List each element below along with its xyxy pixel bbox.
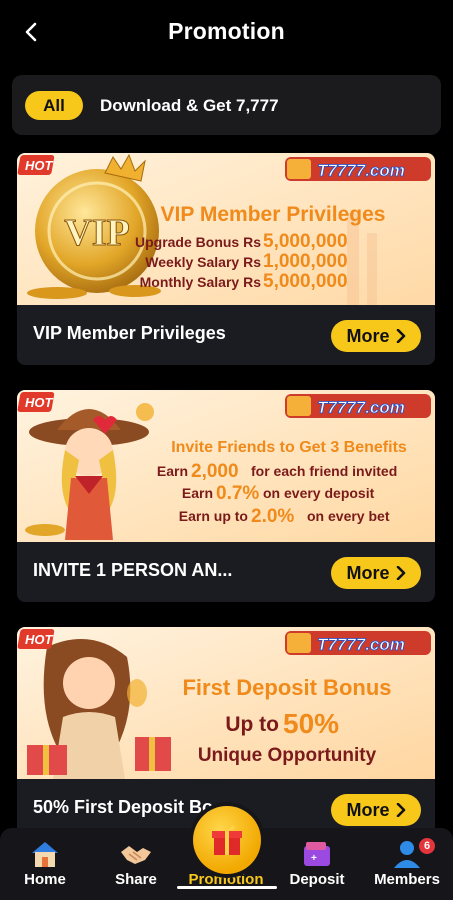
svg-text:Up to: Up to xyxy=(225,713,279,736)
chevron-right-icon xyxy=(396,566,405,580)
more-label: More xyxy=(346,325,390,346)
promo-card-vip: HOT VIP T7777.com VIP Member Privileges … xyxy=(17,153,435,365)
promotion-center-button[interactable] xyxy=(193,806,261,874)
nav-label: Members xyxy=(374,871,440,888)
card-footer: INVITE 1 PERSON AN... More xyxy=(17,542,435,602)
svg-text:Upgrade Bonus Rs: Upgrade Bonus Rs xyxy=(135,234,261,250)
nav-label: Home xyxy=(24,871,66,888)
svg-text:Monthly Salary Rs: Monthly Salary Rs xyxy=(140,274,262,290)
svg-text:on every deposit: on every deposit xyxy=(263,485,375,501)
svg-text:VIP Member Privileges: VIP Member Privileges xyxy=(161,203,386,226)
more-button[interactable]: More xyxy=(331,320,421,352)
svg-text:5,000,000: 5,000,000 xyxy=(263,271,348,292)
svg-text:Earn: Earn xyxy=(157,463,188,479)
svg-text:2.0%: 2.0% xyxy=(251,506,294,527)
svg-text:HOT: HOT xyxy=(25,158,54,173)
active-tab-indicator xyxy=(177,886,277,889)
svg-text:Weekly Salary Rs: Weekly Salary Rs xyxy=(145,254,261,270)
card-title: 50% First Deposit Bo xyxy=(33,797,214,817)
svg-text:0.7%: 0.7% xyxy=(216,483,259,504)
card-title: VIP Member Privileges xyxy=(33,323,226,343)
nav-label: Share xyxy=(115,871,157,888)
more-button[interactable]: More xyxy=(331,794,421,826)
vip-banner[interactable]: HOT VIP T7777.com VIP Member Privileges … xyxy=(17,153,435,305)
home-icon xyxy=(32,842,58,867)
svg-text:T7777.com: T7777.com xyxy=(317,398,405,417)
svg-text:HOT: HOT xyxy=(25,632,54,647)
more-button[interactable]: More xyxy=(331,557,421,589)
svg-text:1,000,000: 1,000,000 xyxy=(263,251,348,272)
svg-text:50%: 50% xyxy=(283,708,339,739)
gift-icon xyxy=(212,825,242,855)
page-title: Promotion xyxy=(168,18,285,44)
notification-badge: 6 xyxy=(419,838,435,854)
handshake-icon xyxy=(121,846,151,864)
svg-text:VIP: VIP xyxy=(64,212,129,254)
chevron-right-icon xyxy=(396,803,405,817)
svg-text:for each friend invited: for each friend invited xyxy=(251,463,397,479)
svg-text:Earn: Earn xyxy=(182,485,213,501)
more-label: More xyxy=(346,799,390,820)
promo-card-invite: HOT T7777.com Invite Friends to Get 3 Be… xyxy=(17,390,435,602)
filter-download-tab[interactable]: Download & Get 7,777 xyxy=(100,93,279,119)
svg-text:HOT: HOT xyxy=(25,395,54,410)
svg-text:Invite Friends to Get 3 Benefi: Invite Friends to Get 3 Benefits xyxy=(171,439,407,456)
svg-text:5,000,000: 5,000,000 xyxy=(263,231,348,252)
nav-label: Deposit xyxy=(289,871,345,888)
svg-text:First Deposit Bonus: First Deposit Bonus xyxy=(182,675,391,700)
first-deposit-banner[interactable]: HOT T7777.com First Deposit Bonus Up to … xyxy=(17,627,435,779)
more-label: More xyxy=(346,562,390,583)
nav-item-share[interactable]: Share xyxy=(91,828,181,900)
filter-bar: All Download & Get 7,777 xyxy=(12,75,441,135)
invite-banner[interactable]: HOT T7777.com Invite Friends to Get 3 Be… xyxy=(17,390,435,542)
nav-item-home[interactable]: Home xyxy=(0,828,90,900)
svg-text:T7777.com: T7777.com xyxy=(317,161,405,180)
card-title: INVITE 1 PERSON AN... xyxy=(33,560,233,580)
svg-text:Unique Opportunity: Unique Opportunity xyxy=(198,745,377,766)
header: Promotion xyxy=(0,0,453,64)
chevron-right-icon xyxy=(396,329,405,343)
filter-all-chip[interactable]: All xyxy=(25,91,83,120)
svg-text:2,000: 2,000 xyxy=(191,461,239,482)
svg-text:+: + xyxy=(311,853,317,864)
svg-text:T7777.com: T7777.com xyxy=(317,635,405,654)
svg-text:on every bet: on every bet xyxy=(307,508,390,524)
svg-text:Earn up to: Earn up to xyxy=(179,508,248,524)
nav-item-members[interactable]: Members xyxy=(362,828,452,900)
nav-item-deposit[interactable]: + Deposit xyxy=(272,828,362,900)
wallet-icon: + xyxy=(304,842,330,866)
card-footer: VIP Member Privileges More xyxy=(17,305,435,365)
